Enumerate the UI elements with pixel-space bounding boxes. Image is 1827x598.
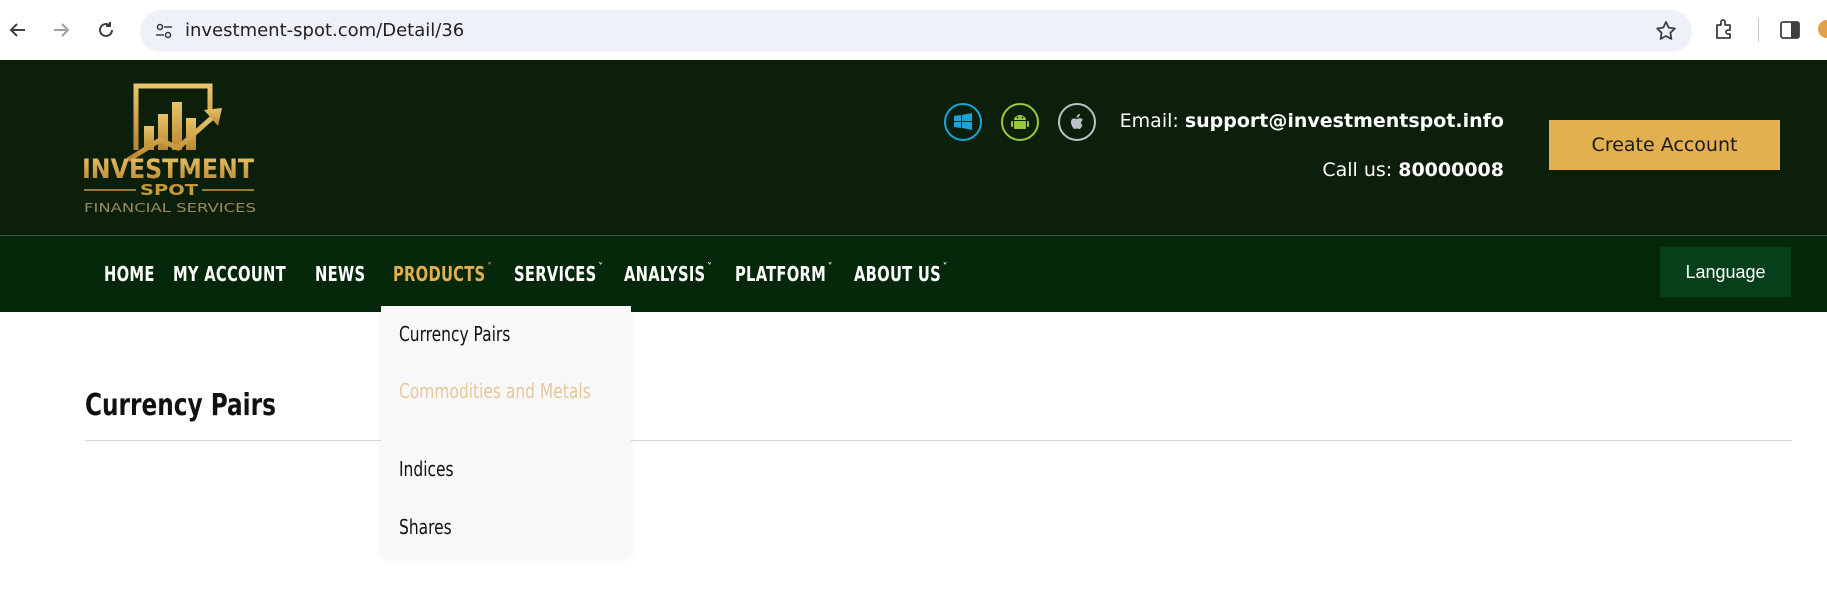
- nav-label: PLATFORM: [735, 262, 827, 286]
- dropdown-item-shares[interactable]: Shares: [399, 517, 452, 537]
- side-panel-icon[interactable]: [1778, 18, 1802, 42]
- nav-label: NEWS: [315, 262, 366, 286]
- chevron-down-icon: ˇ: [487, 262, 493, 277]
- address-bar[interactable]: investment-spot.com/Detail/36: [140, 10, 1692, 52]
- nav-label: SERVICES: [514, 262, 597, 286]
- nav-label: HOME: [104, 262, 155, 286]
- logo-subword: SPOT: [140, 181, 199, 199]
- toolbar-separator: [1758, 18, 1759, 42]
- nav-label: ANALYSIS: [624, 262, 706, 286]
- create-account-button[interactable]: Create Account: [1549, 120, 1780, 170]
- apple-icon[interactable]: [1058, 103, 1096, 141]
- nav-label: PRODUCTS: [393, 262, 486, 286]
- profile-avatar[interactable]: [1818, 20, 1827, 38]
- email-address[interactable]: support@investmentspot.info: [1185, 110, 1504, 132]
- bookmark-star-icon[interactable]: [1654, 19, 1678, 43]
- forward-arrow-icon[interactable]: [46, 15, 76, 45]
- back-arrow-icon[interactable]: [3, 15, 33, 45]
- windows-icon[interactable]: [944, 103, 982, 141]
- site-info-icon[interactable]: [154, 21, 174, 41]
- nav-item-my-account[interactable]: MY ACCOUNT: [173, 262, 286, 286]
- chevron-down-icon: ˇ: [942, 262, 948, 277]
- nav-item-services[interactable]: SERVICES ˇ: [514, 262, 603, 286]
- nav-label: ABOUT US: [854, 262, 941, 286]
- nav-item-about-us[interactable]: ABOUT US ˇ: [854, 262, 948, 286]
- nav-item-news[interactable]: NEWS: [315, 262, 365, 286]
- reload-icon[interactable]: [91, 15, 121, 45]
- chevron-down-icon: ˇ: [827, 262, 833, 277]
- dropdown-item-currency-pairs[interactable]: Currency Pairs: [399, 324, 510, 344]
- nav-item-analysis[interactable]: ANALYSIS ˇ: [624, 262, 712, 286]
- chevron-down-icon: ˇ: [707, 262, 713, 277]
- android-icon[interactable]: [1001, 103, 1039, 141]
- url-text[interactable]: investment-spot.com/Detail/36: [185, 20, 464, 41]
- products-dropdown-menu: Currency Pairs Commodities and Metals In…: [381, 306, 631, 556]
- logo-tagline: FINANCIAL SERVICES: [84, 200, 256, 215]
- dropdown-item-commodities-and-metals[interactable]: Commodities and Metals: [399, 381, 597, 401]
- nav-item-platform[interactable]: PLATFORM ˇ: [735, 262, 833, 286]
- email-label: Email:: [1119, 110, 1179, 132]
- site-header: INVESTMENT SPOT FINANCIAL SERVICES Email…: [0, 60, 1827, 235]
- phone-label: Call us:: [1322, 159, 1393, 181]
- nav-item-products[interactable]: PRODUCTS ˇ: [393, 262, 492, 286]
- title-divider: [85, 440, 1792, 441]
- investment-spot-logo[interactable]: INVESTMENT SPOT FINANCIAL SERVICES: [82, 80, 262, 215]
- chevron-down-icon: ˇ: [598, 262, 604, 277]
- phone-number[interactable]: 80000008: [1398, 159, 1504, 181]
- language-button[interactable]: Language: [1660, 247, 1791, 297]
- page-title: Currency Pairs: [85, 388, 276, 423]
- main-navigation: HOME MY ACCOUNT NEWS PRODUCTS ˇ SERVICES ˇ…: [0, 235, 1827, 312]
- phone-contact: Call us: 80000008: [1322, 159, 1504, 181]
- email-contact: Email: support@investmentspot.info: [1120, 110, 1504, 132]
- dropdown-item-indices[interactable]: Indices: [399, 459, 454, 479]
- extensions-icon[interactable]: [1712, 16, 1738, 42]
- browser-toolbar: investment-spot.com/Detail/36: [0, 0, 1827, 60]
- nav-item-home[interactable]: HOME: [104, 262, 155, 286]
- nav-label: MY ACCOUNT: [173, 262, 286, 286]
